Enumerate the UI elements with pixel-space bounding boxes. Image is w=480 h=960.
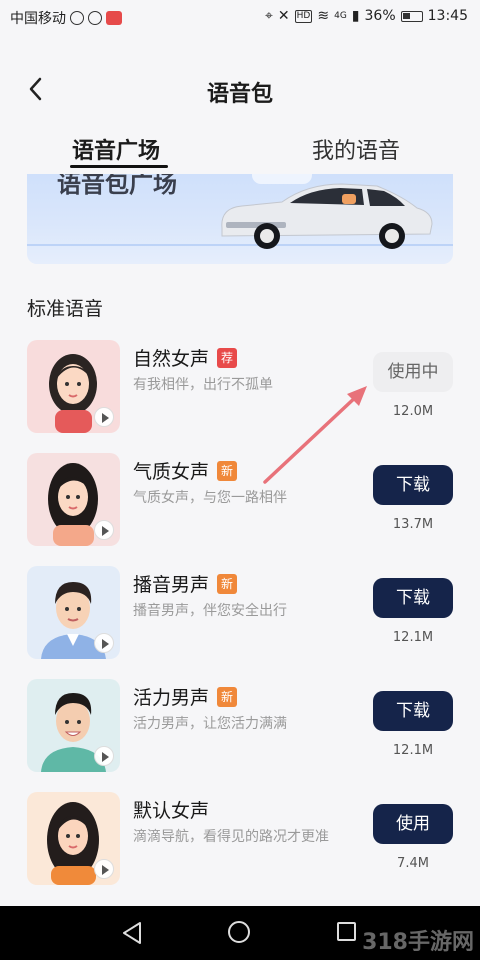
list-item[interactable]: 自然女声 荐 有我相伴，出行不孤单 使用中 12.0M	[0, 340, 480, 440]
avatar[interactable]	[27, 566, 120, 659]
wechat-icon	[88, 11, 102, 25]
tab-voice-square[interactable]: 语音广场	[72, 133, 160, 165]
new-badge: 新	[217, 686, 238, 707]
tab-indicator	[70, 165, 168, 168]
play-icon[interactable]	[94, 407, 114, 427]
avatar[interactable]	[27, 792, 120, 885]
list-item[interactable]: 气质女声 新 气质女声，与您一路相伴 下载 13.7M	[0, 453, 480, 553]
clock: 13:45	[427, 8, 468, 24]
nav-back-button[interactable]	[120, 920, 144, 946]
network-type: 4G	[334, 11, 347, 21]
voice-name: 气质女声 新	[133, 457, 238, 484]
voice-name-label: 默认女声	[133, 800, 210, 822]
wifi-icon: ≋	[317, 8, 330, 24]
play-icon[interactable]	[94, 520, 114, 540]
voice-name-label: 气质女声	[133, 461, 210, 483]
download-button[interactable]: 下载	[373, 465, 453, 505]
voice-size: 12.0M	[392, 404, 434, 419]
app-notification-icon	[106, 11, 122, 25]
list-item[interactable]: 活力男声 新 活力男声，让您活力满满 下载 12.1M	[0, 679, 480, 779]
download-button[interactable]: 下载	[373, 691, 453, 731]
voice-description: 活力男声，让您活力满满	[133, 716, 287, 732]
tab-my-voice[interactable]: 我的语音	[312, 133, 400, 165]
battery-percent: 36%	[364, 8, 396, 24]
nav-home-button[interactable]	[228, 921, 250, 943]
voice-name-label: 活力男声	[133, 687, 210, 709]
voice-name: 播音男声 新	[133, 570, 238, 597]
voice-name-label: 自然女声	[133, 348, 210, 370]
voice-name: 自然女声 荐	[133, 344, 238, 371]
in-use-button[interactable]: 使用中	[373, 352, 453, 392]
play-icon[interactable]	[94, 746, 114, 766]
location-icon: ⌖	[265, 8, 273, 24]
nav-recents-button[interactable]	[337, 922, 356, 941]
banner-text: 语音包广场	[57, 174, 177, 198]
voice-description: 播音男声，伴您安全出行	[133, 603, 287, 619]
list-item[interactable]: 默认女声 滴滴导航，看得见的路况才更准 使用 7.4M	[0, 792, 480, 892]
recommend-badge: 荐	[217, 347, 238, 368]
watermark: 318手游网	[362, 930, 474, 955]
voice-name: 活力男声 新	[133, 683, 238, 710]
play-icon[interactable]	[94, 859, 114, 879]
use-button[interactable]: 使用	[373, 804, 453, 844]
voice-size: 13.7M	[392, 517, 434, 532]
page-title: 语音包	[206, 82, 273, 107]
avatar[interactable]	[27, 679, 120, 772]
play-icon[interactable]	[94, 633, 114, 653]
annotation-arrow-icon	[263, 386, 367, 484]
new-badge: 新	[217, 573, 238, 594]
status-bar: 中国移动 ⌖ ✕ HD ≋ 4G ▮ 36% 13:45	[0, 0, 480, 34]
voice-size: 12.1M	[392, 743, 434, 758]
avatar[interactable]	[27, 340, 120, 433]
section-title: 标准语音	[27, 298, 104, 320]
voice-name-label: 播音男声	[133, 574, 210, 596]
notification-icon	[70, 11, 84, 25]
new-badge: 新	[217, 460, 238, 481]
voice-size: 12.1M	[392, 630, 434, 645]
voice-description: 气质女声，与您一路相伴	[133, 490, 287, 506]
download-button[interactable]: 下载	[373, 578, 453, 618]
mute-icon: ✕	[277, 8, 290, 24]
banner[interactable]: 语音包广场	[27, 174, 453, 264]
avatar[interactable]	[27, 453, 120, 546]
car-illustration	[221, 183, 433, 249]
voice-name: 默认女声	[133, 796, 209, 823]
voice-description: 滴滴导航，看得见的路况才更准	[133, 829, 329, 845]
signal-icon: ▮	[351, 8, 360, 24]
list-item[interactable]: 播音男声 新 播音男声，伴您安全出行 下载 12.1M	[0, 566, 480, 666]
battery-icon	[400, 10, 423, 22]
carrier-label: 中国移动	[10, 11, 66, 27]
hd-icon: HD	[294, 9, 313, 23]
voice-size: 7.4M	[397, 856, 429, 871]
